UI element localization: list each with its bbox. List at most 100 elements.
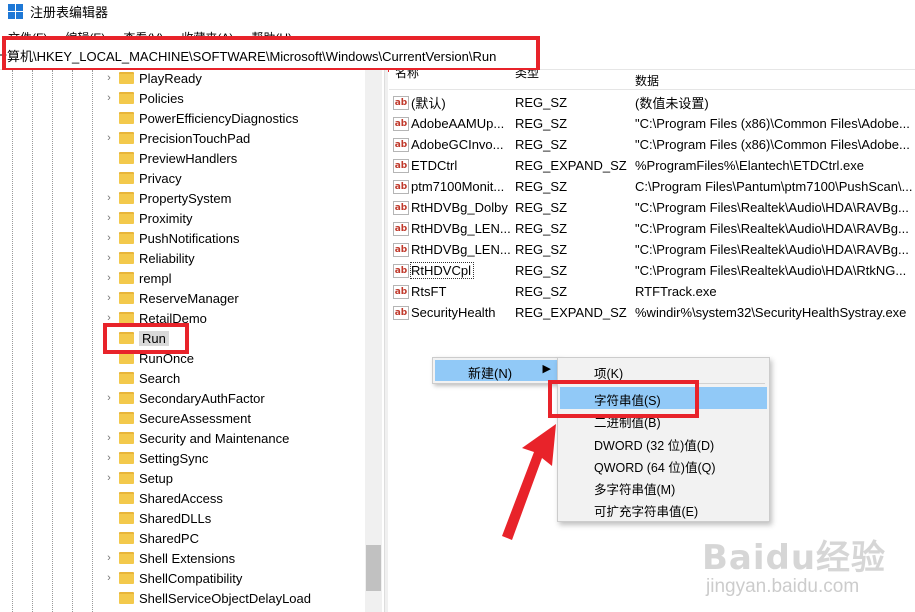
registry-tree[interactable]: › PlayReady › Policies PowerEfficiencyDiagno… bbox=[0, 70, 384, 612]
chevron-right-icon[interactable]: › bbox=[102, 192, 116, 204]
tree-item[interactable]: › ShellCompatibility bbox=[102, 568, 242, 588]
column-type[interactable]: 类型 bbox=[515, 70, 539, 81]
tree-item[interactable]: RunOnce bbox=[102, 348, 194, 368]
value-row[interactable]: ab RtHDVCpl REG_SZ "C:\Program Files\Realte… bbox=[389, 260, 915, 281]
value-row[interactable]: ab RtHDVBg_Dolby REG_SZ "C:\Program Files\R… bbox=[389, 197, 915, 218]
chevron-right-icon[interactable]: › bbox=[102, 132, 116, 144]
value-row[interactable]: ab RtsFT REG_SZ RTFTrack.exe bbox=[389, 281, 915, 302]
chevron-right-icon[interactable]: › bbox=[102, 212, 116, 224]
folder-icon bbox=[119, 592, 134, 604]
chevron-right-icon[interactable]: › bbox=[102, 472, 116, 484]
menu-favorites[interactable]: 收藏夹(A) bbox=[173, 29, 243, 41]
value-row[interactable]: ab SecurityHealth REG_EXPAND_SZ %windir%\sy… bbox=[389, 302, 915, 323]
chevron-right-icon[interactable]: › bbox=[102, 92, 116, 104]
tree-item[interactable]: › ReserveManager bbox=[102, 288, 239, 308]
submenu-item-label: 多字符串值(M) bbox=[594, 483, 676, 497]
submenu-item-label: 二进制值(B) bbox=[594, 416, 661, 430]
tree-item[interactable]: › Security and Maintenance bbox=[102, 428, 289, 448]
tree-item[interactable]: › SecondaryAuthFactor bbox=[102, 388, 265, 408]
tree-item[interactable]: › PlayReady bbox=[102, 70, 202, 88]
tree-item-label: Policies bbox=[139, 90, 184, 106]
tree-item-label: ShellCompatibility bbox=[139, 570, 243, 586]
chevron-right-icon[interactable]: › bbox=[102, 572, 116, 584]
value-type: REG_SZ bbox=[515, 200, 568, 215]
submenu-item-label: DWORD (32 位)值(D) bbox=[594, 439, 715, 453]
scrollbar-thumb[interactable] bbox=[366, 545, 381, 591]
tree-item-label: SecureAssessment bbox=[139, 410, 251, 426]
tree-item[interactable]: › Reliability bbox=[102, 248, 194, 268]
chevron-right-icon[interactable]: › bbox=[102, 392, 116, 404]
tree-item[interactable]: › Policies bbox=[102, 88, 184, 108]
tree-item[interactable]: › rempl bbox=[102, 268, 171, 288]
folder-icon bbox=[119, 192, 134, 204]
menu-edit[interactable]: 编辑(E) bbox=[57, 29, 115, 41]
tree-item[interactable]: › Shell Extensions bbox=[102, 548, 235, 568]
submenu-item[interactable]: 二进制值(B) bbox=[560, 409, 767, 431]
value-row[interactable]: ab RtHDVBg_LEN... REG_SZ "C:\Program Files\… bbox=[389, 239, 915, 260]
chevron-right-icon[interactable]: › bbox=[102, 432, 116, 444]
chevron-right-icon[interactable]: › bbox=[102, 252, 116, 264]
tree-item[interactable]: PowerEfficiencyDiagnostics bbox=[102, 108, 298, 128]
column-data[interactable]: 数据 bbox=[635, 72, 659, 89]
submenu-item[interactable]: QWORD (64 位)值(Q) bbox=[560, 454, 767, 476]
tree-item[interactable]: › PropertySystem bbox=[102, 188, 231, 208]
tree-item-label: Search bbox=[139, 370, 181, 386]
values-list[interactable]: 名称 类型 数据 ab (默认) REG_SZ (数值未设置) ab AdobeAAMUp… bbox=[389, 70, 915, 612]
tree-item[interactable]: SharedDLLs bbox=[102, 508, 211, 528]
value-row[interactable]: ab (默认) REG_SZ (数值未设置) bbox=[389, 92, 915, 113]
tree-item[interactable]: › Setup bbox=[102, 468, 173, 488]
submenu-item[interactable]: 多字符串值(M) bbox=[560, 476, 767, 498]
values-header: 名称 类型 数据 bbox=[389, 70, 915, 90]
pane-splitter[interactable] bbox=[384, 70, 388, 612]
folder-icon bbox=[119, 312, 134, 324]
value-row[interactable]: ab RtHDVBg_LEN... REG_SZ "C:\Program Files\… bbox=[389, 218, 915, 239]
chevron-right-icon[interactable]: › bbox=[102, 292, 116, 304]
string-value-icon: ab bbox=[393, 263, 409, 278]
submenu-item[interactable]: 可扩充字符串值(E) bbox=[560, 498, 767, 520]
address-path[interactable]: 计算机\HKEY_LOCAL_MACHINE\SOFTWARE\Microsof… bbox=[0, 46, 496, 65]
tree-item[interactable]: Run bbox=[102, 328, 169, 348]
menu-view[interactable]: 查看(V) bbox=[115, 29, 173, 41]
value-name: AdobeAAMUp... bbox=[411, 116, 505, 131]
tree-item[interactable]: Privacy bbox=[102, 168, 182, 188]
folder-icon bbox=[119, 492, 134, 504]
context-menu: 新建(N) ▶ bbox=[432, 357, 560, 384]
folder-icon bbox=[119, 412, 134, 424]
submenu-item[interactable]: DWORD (32 位)值(D) bbox=[560, 432, 767, 454]
value-row[interactable]: ab ptm7100Monit... REG_SZ C:\Program Files\… bbox=[389, 176, 915, 197]
tree-item[interactable]: › Proximity bbox=[102, 208, 192, 228]
submenu-item[interactable]: 项(K) bbox=[560, 360, 767, 382]
menu-bar: 文件(F) 编辑(E) 查看(V) 收藏夹(A) 帮助(H) bbox=[0, 22, 915, 41]
tree-item[interactable]: › SettingSync bbox=[102, 448, 208, 468]
tree-item-label: Privacy bbox=[139, 170, 182, 186]
tree-item[interactable]: ShellServiceObjectDelayLoad bbox=[102, 588, 311, 608]
tree-item[interactable]: SharedPC bbox=[102, 528, 199, 548]
tree-item[interactable]: › RetailDemo bbox=[102, 308, 207, 328]
chevron-right-icon[interactable]: › bbox=[102, 452, 116, 464]
tree-item[interactable]: › PushNotifications bbox=[102, 228, 239, 248]
menu-help[interactable]: 帮助(H) bbox=[243, 29, 302, 41]
chevron-right-icon[interactable]: › bbox=[102, 72, 116, 84]
chevron-right-icon[interactable]: › bbox=[102, 552, 116, 564]
tree-item[interactable]: › PrecisionTouchPad bbox=[102, 128, 250, 148]
tree-item[interactable]: PreviewHandlers bbox=[102, 148, 237, 168]
value-data: "C:\Program Files\Realtek\Audio\HDA\RAVB… bbox=[635, 200, 909, 215]
value-type: REG_EXPAND_SZ bbox=[515, 305, 627, 320]
folder-icon bbox=[119, 532, 134, 544]
column-name[interactable]: 名称 bbox=[395, 70, 419, 81]
value-row[interactable]: ab AdobeGCInvo... REG_SZ "C:\Program Files … bbox=[389, 134, 915, 155]
tree-item[interactable]: SharedAccess bbox=[102, 488, 223, 508]
chevron-right-icon[interactable]: › bbox=[102, 232, 116, 244]
menu-file[interactable]: 文件(F) bbox=[0, 29, 57, 41]
address-bar[interactable]: 计算机\HKEY_LOCAL_MACHINE\SOFTWARE\Microsof… bbox=[0, 40, 915, 70]
submenu-item[interactable]: 字符串值(S) bbox=[560, 387, 767, 409]
tree-item-label: PowerEfficiencyDiagnostics bbox=[139, 110, 299, 126]
tree-item[interactable]: Search bbox=[102, 368, 180, 388]
chevron-right-icon[interactable]: › bbox=[102, 312, 116, 324]
tree-item[interactable]: SecureAssessment bbox=[102, 408, 251, 428]
context-menu-new[interactable]: 新建(N) ▶ bbox=[435, 360, 557, 381]
chevron-right-icon[interactable]: › bbox=[102, 272, 116, 284]
value-row[interactable]: ab ETDCtrl REG_EXPAND_SZ %ProgramFiles%\Ela… bbox=[389, 155, 915, 176]
value-row[interactable]: ab AdobeAAMUp... REG_SZ "C:\Program Files (… bbox=[389, 113, 915, 134]
tree-scrollbar[interactable] bbox=[365, 70, 382, 612]
